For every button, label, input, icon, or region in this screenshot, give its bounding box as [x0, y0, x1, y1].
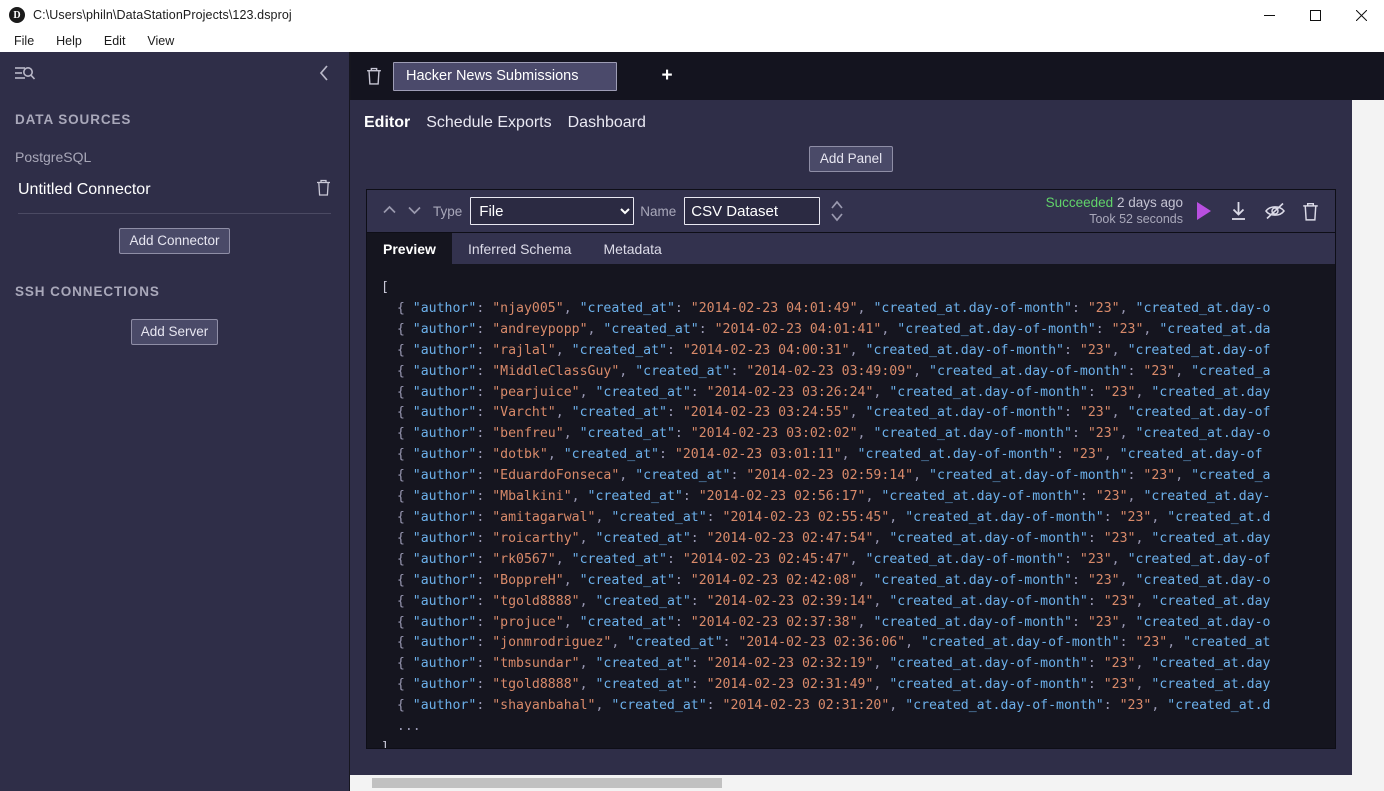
status-time: 2 days ago [1116, 194, 1183, 210]
add-connector-button[interactable]: Add Connector [119, 228, 230, 254]
panel-result-tabs: Preview Inferred Schema Metadata [367, 233, 1335, 264]
close-button[interactable] [1338, 0, 1384, 30]
add-panel-button[interactable]: Add Panel [808, 146, 894, 172]
app-horizontal-scrollbar[interactable] [350, 775, 1384, 791]
minimize-icon [1263, 14, 1275, 16]
add-page-button[interactable]: + [641, 52, 693, 100]
delete-page-trash-icon[interactable] [350, 52, 393, 100]
panel-type-label: Type [433, 203, 463, 219]
tab-dashboard[interactable]: Dashboard [568, 114, 646, 132]
tab-inferred-schema[interactable]: Inferred Schema [452, 233, 588, 264]
panel-move-down-chevron-down-icon[interactable] [402, 204, 427, 219]
menu-help[interactable]: Help [50, 32, 92, 51]
menubar: File Help Edit View [0, 30, 1384, 52]
add-server-row: Add Server [0, 319, 349, 345]
connector-row[interactable]: Untitled Connector [18, 179, 331, 214]
panel-actions [1195, 201, 1325, 221]
window-title-path: C:\Users\philn\DataStationProjects\123.d… [33, 8, 292, 22]
hide-eye-off-icon[interactable] [1264, 201, 1286, 221]
app-window: D C:\Users\philn\DataStationProjects\123… [0, 0, 1384, 791]
panel-csv-dataset: Type File Name CSV Dataset Succeeded 2 d… [366, 189, 1336, 749]
main-body: DATA SOURCES PostgreSQL Untitled Connect… [0, 52, 1384, 791]
maximize-icon [1309, 9, 1321, 21]
panel-header: Type File Name CSV Dataset Succeeded 2 d… [367, 190, 1335, 233]
sidebar-collapse-chevron-left-icon[interactable] [313, 63, 335, 87]
panel-name-input[interactable] [684, 197, 821, 225]
menu-view[interactable]: View [141, 32, 184, 51]
page-name-input[interactable]: Hacker News Submissions [393, 61, 617, 91]
panel-preview-body[interactable]: [ { "author": "njay005", "created_at": "… [367, 264, 1335, 748]
run-play-icon[interactable] [1195, 201, 1213, 221]
app-vertical-scroll-gutter[interactable]: ▼ [1352, 100, 1384, 791]
project-tabstrip: Hacker News Submissions + [350, 52, 1384, 100]
panel-type-select[interactable]: File [470, 197, 635, 225]
connector-name-label: Untitled Connector [18, 181, 151, 198]
data-sources-heading: DATA SOURCES [15, 112, 132, 127]
horizontal-scroll-thumb[interactable] [372, 778, 722, 788]
json-preview-text: [ { "author": "njay005", "created_at": "… [381, 280, 1271, 748]
sidebar-toolbar [0, 52, 349, 98]
delete-panel-trash-icon[interactable] [1302, 202, 1319, 221]
status-duration: Took 52 seconds [1089, 211, 1183, 226]
app-logo-icon: D [9, 7, 25, 23]
delete-connector-trash-icon[interactable] [316, 179, 331, 201]
editor-area: Editor Schedule Exports Dashboard Add Pa… [350, 100, 1352, 775]
panel-stepper-up-down-icon[interactable] [830, 198, 844, 224]
tab-metadata[interactable]: Metadata [587, 233, 677, 264]
menu-edit[interactable]: Edit [98, 32, 136, 51]
window-titlebar: D C:\Users\philn\DataStationProjects\123… [0, 0, 1384, 30]
close-icon [1355, 9, 1367, 21]
tab-schedule-exports[interactable]: Schedule Exports [426, 114, 551, 132]
minimize-button[interactable] [1246, 0, 1292, 30]
window-controls [1246, 0, 1384, 30]
menu-file[interactable]: File [8, 32, 44, 51]
editor-subtabs: Editor Schedule Exports Dashboard [350, 100, 1352, 132]
ssh-connections-heading: SSH CONNECTIONS [15, 284, 160, 299]
tab-preview[interactable]: Preview [367, 233, 452, 264]
maximize-button[interactable] [1292, 0, 1338, 30]
add-connector-row: Add Connector [0, 228, 349, 254]
datasource-type-label: PostgreSQL [15, 149, 92, 165]
tab-editor[interactable]: Editor [364, 114, 410, 132]
panel-name-label: Name [640, 203, 677, 219]
search-list-icon[interactable] [14, 64, 36, 87]
editor-column: Hacker News Submissions + Editor Schedul… [350, 52, 1384, 791]
panel-status: Succeeded 2 days ago Took 52 seconds [1046, 195, 1183, 228]
download-icon[interactable] [1229, 201, 1248, 221]
status-badge: Succeeded [1045, 194, 1114, 210]
add-server-button[interactable]: Add Server [130, 319, 219, 345]
panel-move-up-chevron-up-icon[interactable] [377, 204, 402, 219]
sidebar: DATA SOURCES PostgreSQL Untitled Connect… [0, 52, 350, 791]
add-panel-row: Add Panel [350, 146, 1352, 172]
panel-status-line: Succeeded 2 days ago [1046, 195, 1183, 212]
